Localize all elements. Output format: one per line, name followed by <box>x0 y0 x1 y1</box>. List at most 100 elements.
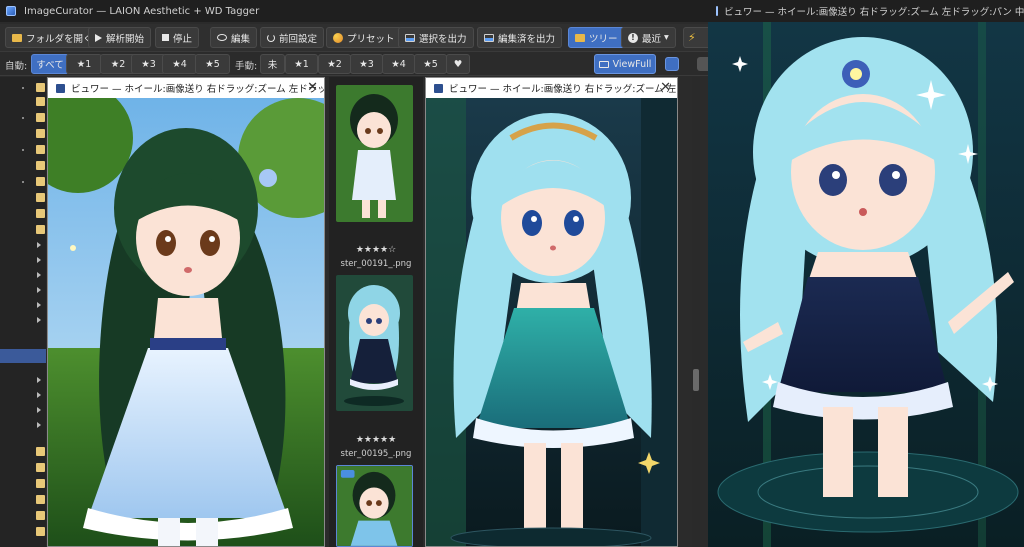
viewer-title: ビュワー — ホイール:画像送り 右ドラッグ:ズーム 左ドラッグ:パン 中ボタン… <box>449 84 677 95</box>
auto-filter-3star[interactable]: ★3 <box>131 54 166 74</box>
undo-icon <box>267 33 275 42</box>
tree-folder-icon <box>36 145 45 154</box>
viewer-app-icon <box>716 6 718 16</box>
manual-filter-label: 手動: <box>235 61 258 72</box>
tree-folder-icon <box>36 527 45 536</box>
tree-expand-icon[interactable] <box>37 272 41 278</box>
manual-filter-5star[interactable]: ★5 <box>414 54 447 74</box>
viewer-panel-middle[interactable]: ビュワー — ホイール:画像送り 右ドラッグ:ズーム 左ドラッグ:パン 中ボタン… <box>425 77 678 547</box>
viewer-app-icon <box>56 83 65 93</box>
edit-button[interactable]: 編集 <box>210 27 258 48</box>
bolt-icon: ⚡ <box>688 30 696 44</box>
tree-folder-icon <box>36 447 45 456</box>
folder-icon <box>12 33 22 42</box>
refresh-icon[interactable] <box>665 57 679 71</box>
manual-filter-1star[interactable]: ★1 <box>285 54 318 74</box>
thumbnail-image[interactable] <box>336 85 413 222</box>
app-icon <box>6 6 16 16</box>
auto-filter-label: 自動: <box>5 61 28 72</box>
manual-filter-2star[interactable]: ★2 <box>318 54 351 74</box>
viewer-image-right <box>708 22 1024 547</box>
viewer-window-right[interactable]: ビュワー — ホイール:画像送り 右ドラッグ:ズーム 左ドラッグ:パン 中ボタン… <box>708 0 1024 547</box>
tree-expand-icon[interactable] <box>37 317 41 323</box>
auto-filter-5star[interactable]: ★5 <box>195 54 230 74</box>
filter-bar: 自動: すべて ★1 ★2 ★3 ★4 ★5 手動: 未 ★1 ★2 ★3 ★4… <box>0 52 708 76</box>
thumbnail-rating: ★★★★★ <box>355 435 397 445</box>
stop-button[interactable]: 停止 <box>155 27 200 48</box>
tree-expand-icon[interactable] <box>37 407 41 413</box>
monitor-icon <box>598 60 609 68</box>
start-analysis-button[interactable]: 解析開始 <box>88 27 152 48</box>
tree-expand-icon[interactable] <box>37 392 41 398</box>
manual-filter-4star[interactable]: ★4 <box>382 54 415 74</box>
export-edited-button[interactable]: 編集済を出力 <box>477 27 563 48</box>
tree-folder-icon <box>36 129 45 138</box>
tree-folder-icon <box>36 495 45 504</box>
close-icon[interactable]: ✕ <box>307 80 318 95</box>
thumbnail-image[interactable] <box>336 275 413 411</box>
viewer-panel-left[interactable]: ビュワー — ホイール:画像送り 右ドラッグ:ズーム 左ドラッグ:パン 中ボタン… <box>47 77 325 547</box>
auto-filter-4star[interactable]: ★4 <box>162 54 197 74</box>
export-icon <box>405 33 415 42</box>
tree-folder-icon <box>36 479 45 488</box>
tree-folder-icon <box>36 177 45 186</box>
thumbnail-filename: ster_00191_.png <box>340 259 412 269</box>
viewer-image-left <box>48 98 324 546</box>
previous-settings-button[interactable]: 前回設定 <box>260 27 325 48</box>
viewer-title: ビュワー — ホイール:画像送り 右ドラッグ:ズーム 左ドラッグ:パン 中ボタン… <box>71 84 324 95</box>
folder-icon <box>575 33 585 42</box>
viewer-app-icon <box>434 83 443 93</box>
thumbnail-rating: ★★★★☆ <box>355 245 397 255</box>
main-window: ImageCurator — LAION Aesthetic + WD Tagg… <box>0 0 708 547</box>
tagger-button[interactable]: ⚡ <box>683 27 708 48</box>
thumbnail-strip: ★★★★☆ ster_00191_.png ★★★★★ ster_00195_.… <box>329 77 423 547</box>
stop-icon <box>162 34 169 41</box>
main-toolbar: フォルダを開く 解析開始 停止 編集 前回設定 プリセット 選択を出力 編集済を… <box>0 24 708 52</box>
tree-expand-icon[interactable] <box>37 257 41 263</box>
eye-icon <box>217 34 227 41</box>
tree-folder-icon <box>36 463 45 472</box>
tree-expand-icon[interactable] <box>37 242 41 248</box>
viewer-title-bar: ビュワー — ホイール:画像送り 右ドラッグ:ズーム 左ドラッグ:パン 中ボタン… <box>426 78 677 98</box>
manual-filter-unrated[interactable]: 未 <box>260 54 285 74</box>
trash-icon[interactable] <box>697 57 708 71</box>
tree-folder-icon <box>36 193 45 202</box>
tree-expand-icon[interactable] <box>37 422 41 428</box>
open-folder-button[interactable]: フォルダを開く <box>5 27 100 48</box>
viewer-title: ビュワー — ホイール:画像送り 右ドラッグ:ズーム 左ドラッグ:パン 中ボタン… <box>724 7 1024 18</box>
thumbnail-filename: ster_00195_.png <box>340 449 412 459</box>
play-icon <box>95 33 102 42</box>
thumbnail-image-selected[interactable] <box>336 465 413 547</box>
window-title: ImageCurator — LAION Aesthetic + WD Tagg… <box>24 5 260 17</box>
folder-tree[interactable] <box>0 77 46 547</box>
title-bar: ImageCurator — LAION Aesthetic + WD Tagg… <box>0 0 708 22</box>
auto-filter-all[interactable]: すべて <box>31 54 69 74</box>
tree-folder-icon <box>36 97 45 106</box>
tree-folder-icon <box>36 83 45 92</box>
tree-folder-icon <box>36 209 45 218</box>
export-selection-button[interactable]: 選択を出力 <box>398 27 474 48</box>
viewer-scrollbar[interactable] <box>692 77 700 547</box>
tree-folder-icon <box>36 161 45 170</box>
viewfull-button[interactable]: ViewFull <box>594 54 656 74</box>
tree-expand-icon[interactable] <box>37 377 41 383</box>
auto-filter-1star[interactable]: ★1 <box>66 54 102 74</box>
viewer-title-bar: ビュワー — ホイール:画像送り 右ドラッグ:ズーム 左ドラッグ:パン 中ボタン… <box>708 0 1024 22</box>
tree-folder-icon <box>36 113 45 122</box>
tree-expand-icon[interactable] <box>37 287 41 293</box>
tree-button[interactable]: ツリー <box>568 27 625 48</box>
close-icon[interactable]: ✕ <box>660 80 671 95</box>
preset-button[interactable]: プリセット <box>326 27 402 48</box>
tree-folder-icon <box>36 225 45 234</box>
viewer-image-middle <box>426 98 677 546</box>
manual-filter-3star[interactable]: ★3 <box>350 54 383 74</box>
viewer-title-bar: ビュワー — ホイール:画像送り 右ドラッグ:ズーム 左ドラッグ:パン 中ボタン… <box>48 78 324 98</box>
history-icon: ! <box>628 32 638 43</box>
tree-expand-icon[interactable] <box>37 302 41 308</box>
export-icon <box>484 33 494 42</box>
tree-selected-row[interactable] <box>0 349 46 363</box>
palette-icon <box>333 32 343 43</box>
manual-filter-favorite[interactable]: ♥ <box>446 54 470 74</box>
recent-button[interactable]: ! 最近 ▾ <box>621 27 676 48</box>
scrollbar-thumb[interactable] <box>693 369 699 391</box>
